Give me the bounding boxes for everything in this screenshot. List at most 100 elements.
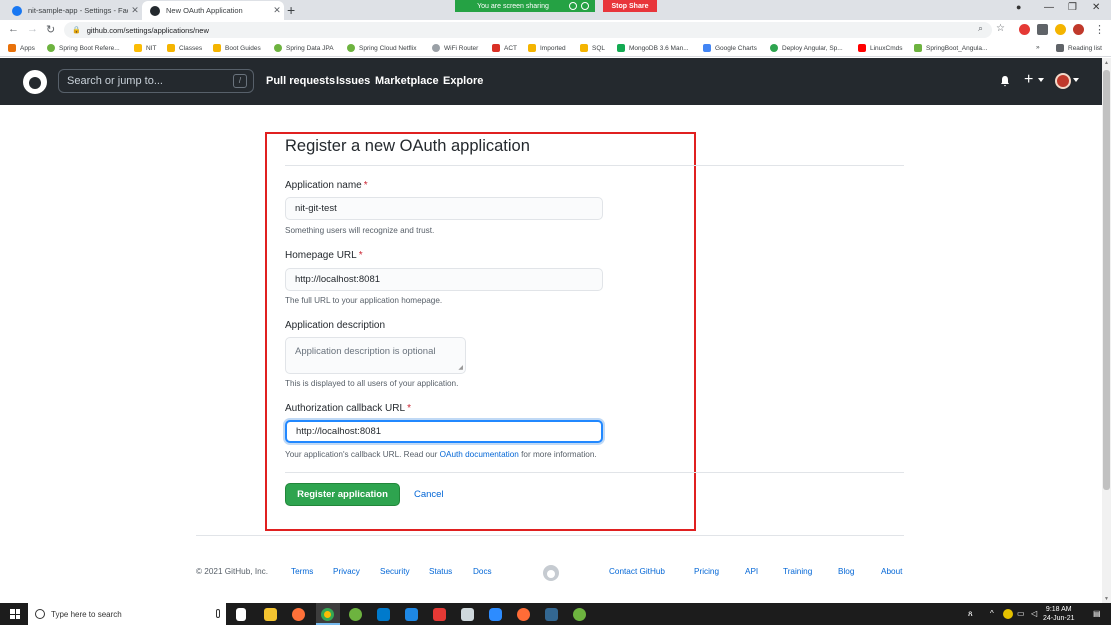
register-application-button[interactable]: Register application <box>285 483 400 506</box>
profile-dot-icon[interactable]: ● <box>1016 2 1021 12</box>
zoom-app-icon[interactable] <box>489 608 502 621</box>
bookmark-apps[interactable]: Apps <box>8 44 35 52</box>
adblock-icon[interactable] <box>1019 24 1030 35</box>
shield-icon[interactable] <box>581 2 589 10</box>
tab-new-oauth-application[interactable]: New OAuth Application ✕ <box>142 1 284 20</box>
windows-start-icon[interactable] <box>10 609 20 619</box>
bookmark-item[interactable]: Spring Cloud Netflix <box>347 44 416 52</box>
nav-marketplace[interactable]: Marketplace <box>375 75 439 87</box>
restore-icon[interactable]: ❐ <box>1068 2 1077 13</box>
create-new-plus-icon[interactable]: + <box>1024 71 1033 89</box>
postman-icon[interactable] <box>517 608 530 621</box>
bookmark-item[interactable]: SpringBoot_Angula... <box>914 44 987 52</box>
tab-facebook-settings[interactable]: nit-sample-app - Settings - Faceb ✕ <box>4 1 142 20</box>
bookmark-item[interactable]: Spring Data JPA <box>274 44 334 52</box>
minimize-icon[interactable]: — <box>1044 2 1054 13</box>
app-icon[interactable] <box>433 608 446 621</box>
app-icon[interactable] <box>405 608 418 621</box>
bookmark-item[interactable]: Deploy Angular, Sp... <box>770 44 843 52</box>
app-name-field[interactable]: nit-git-test <box>285 197 603 220</box>
new-tab-button[interactable]: + <box>287 2 295 18</box>
browser-menu-icon[interactable]: ⋮ <box>1094 23 1105 36</box>
bookmark-folder-imported[interactable]: Imported <box>528 44 566 52</box>
footer-link-privacy[interactable]: Privacy <box>333 567 360 576</box>
scroll-up-icon[interactable]: ▲ <box>1104 60 1109 66</box>
bookmark-item[interactable]: Classes <box>167 44 202 52</box>
github-logo-icon[interactable] <box>543 565 559 581</box>
extension-icon[interactable] <box>1055 24 1066 35</box>
scrollbar-thumb[interactable] <box>1103 70 1110 490</box>
nav-issues[interactable]: Issues <box>336 75 370 87</box>
tray-chevron-up-icon[interactable]: ^ <box>990 609 994 618</box>
chrome-icon[interactable] <box>321 608 334 621</box>
bookmark-item[interactable]: WiFi Router <box>432 44 478 52</box>
people-icon[interactable]: ጸ <box>968 609 973 619</box>
firefox-icon[interactable] <box>292 608 305 621</box>
footer-link-security[interactable]: Security <box>380 567 410 576</box>
search-input[interactable]: Search or jump to... / <box>58 69 254 93</box>
app-icon[interactable] <box>461 608 474 621</box>
vscode-icon[interactable] <box>377 608 390 621</box>
footer-link-terms[interactable]: Terms <box>291 567 313 576</box>
footer-link-about[interactable]: About <box>881 567 902 576</box>
nav-explore[interactable]: Explore <box>443 75 483 87</box>
bookmark-item[interactable]: Spring Boot Refere... <box>47 44 120 52</box>
battery-icon[interactable]: ▭ <box>1017 609 1025 618</box>
postgresql-icon[interactable] <box>545 608 558 621</box>
file-explorer-icon[interactable] <box>264 608 277 621</box>
close-tab-icon[interactable]: ✕ <box>270 5 284 16</box>
close-tab-icon[interactable]: ✕ <box>128 5 142 16</box>
reload-icon[interactable]: ↻ <box>46 23 55 36</box>
avatar[interactable] <box>1055 73 1071 89</box>
taskbar-search-input[interactable]: Type here to search <box>28 603 226 625</box>
scroll-down-icon[interactable]: ▼ <box>1104 596 1109 602</box>
system-clock[interactable]: 9:18 AM 24-Jun-21 <box>1043 605 1075 623</box>
footer-link-contact[interactable]: Contact GitHub <box>609 567 665 576</box>
notifications-icon[interactable]: ▤ <box>1093 609 1101 618</box>
volume-icon[interactable]: ◁ <box>1031 609 1037 618</box>
share-settings-icon[interactable] <box>569 2 577 10</box>
folder-icon <box>213 44 221 52</box>
footer-link-pricing[interactable]: Pricing <box>694 567 719 576</box>
footer-link-blog[interactable]: Blog <box>838 567 854 576</box>
profile-avatar-icon[interactable] <box>1073 24 1084 35</box>
footer-link-api[interactable]: API <box>745 567 758 576</box>
forward-icon[interactable]: → <box>27 23 38 35</box>
homepage-url-field[interactable]: http://localhost:8081 <box>285 268 603 291</box>
github-logo-icon[interactable] <box>23 70 47 94</box>
notifications-bell-icon[interactable] <box>999 75 1011 87</box>
url-bar[interactable]: 🔒 github.com/settings/applications/new <box>64 22 992 38</box>
bookmark-item[interactable]: ACT <box>492 44 517 52</box>
task-view-icon[interactable] <box>236 608 246 621</box>
bookmark-item[interactable]: Google Charts <box>703 44 757 52</box>
zoom-icon[interactable]: ⌕ <box>978 23 983 34</box>
footer-link-status[interactable]: Status <box>429 567 452 576</box>
stop-share-button[interactable]: Stop Share <box>603 0 657 12</box>
bookmark-folder-sql[interactable]: SQL <box>580 44 605 52</box>
microphone-icon[interactable] <box>216 609 220 618</box>
bookmark-label: LinuxCmds <box>870 44 903 52</box>
footer-link-docs[interactable]: Docs <box>473 567 492 576</box>
back-icon[interactable]: ← <box>8 23 19 35</box>
tray-app-icon[interactable] <box>1003 609 1013 619</box>
bookmark-item[interactable]: LinuxCmds <box>858 44 903 52</box>
nav-pull-requests[interactable]: Pull requests <box>266 75 335 87</box>
bookmark-item[interactable]: Boot Guides <box>213 44 261 52</box>
resize-handle-icon[interactable]: ◢ <box>458 364 463 371</box>
reading-list[interactable]: Reading list <box>1056 44 1102 52</box>
callback-url-field[interactable]: http://localhost:8081 <box>285 420 603 443</box>
page-scrollbar[interactable]: ▲ ▼ <box>1102 58 1111 604</box>
close-window-icon[interactable]: ✕ <box>1092 2 1100 13</box>
app-description-textarea[interactable]: Application description is optional ◢ <box>285 337 466 374</box>
extensions-icon[interactable] <box>1037 24 1048 35</box>
footer-link-training[interactable]: Training <box>783 567 812 576</box>
spring-tool-suite-icon[interactable] <box>349 608 362 621</box>
oauth-documentation-link[interactable]: OAuth documentation <box>440 450 519 459</box>
bookmark-item[interactable]: NIT <box>134 44 156 52</box>
more-bookmarks-icon[interactable]: » <box>1036 44 1040 51</box>
facebook-icon <box>12 5 22 16</box>
bookmark-star-icon[interactable]: ☆ <box>996 23 1005 34</box>
bookmark-item[interactable]: MongoDB 3.6 Man... <box>617 44 689 52</box>
spring-icon[interactable] <box>573 608 586 621</box>
cancel-link[interactable]: Cancel <box>414 489 444 500</box>
